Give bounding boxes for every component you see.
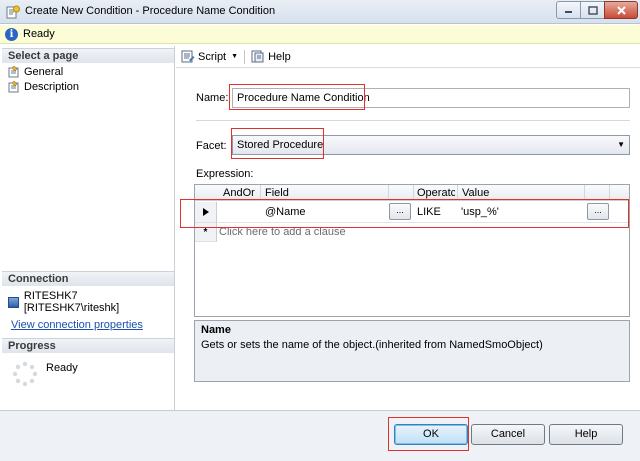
column-header-operator[interactable]: Operatc [417,187,455,199]
server-icon [8,296,19,308]
left-pane: Select a page General Description Connec… [0,46,175,410]
value-cell[interactable]: 'usp_%' [461,206,499,218]
progress-text: Ready [46,362,78,374]
info-icon: i [5,28,18,41]
column-header-field[interactable]: Field [265,187,289,199]
column-divider [457,185,458,201]
row-selector[interactable] [195,202,217,223]
title-bar: Create New Condition - Procedure Name Co… [0,0,640,24]
close-icon [616,5,626,15]
name-label: Name: [196,92,229,104]
page-item-description[interactable]: Description [8,79,79,94]
progress-spinner-icon [12,361,38,387]
ok-button[interactable]: OK [394,424,468,445]
minimize-icon [565,11,572,13]
facet-dropdown[interactable]: Stored Procedure ▼ [232,135,630,155]
maximize-icon [587,5,598,15]
operator-cell[interactable]: LIKE [417,206,441,218]
column-divider [609,185,610,201]
page-item-label: General [24,65,64,78]
dialog-footer: OK Cancel Help [0,410,640,461]
select-page-header: Select a page [2,48,174,63]
connection-text: RITESHK7 [RITESHK7\riteshk] [23,290,120,314]
column-header-andor[interactable]: AndOr [223,187,255,199]
column-divider [413,185,414,201]
script-label: Script [198,50,227,63]
row-pointer-icon [202,208,209,216]
cancel-button[interactable]: Cancel [471,424,545,445]
toolbar-divider [244,49,246,64]
window-title: Create New Condition - Procedure Name Co… [25,5,276,17]
view-connection-properties-link[interactable]: View connection properties [11,319,143,331]
field-ellipsis-button[interactable]: ... [389,203,411,220]
property-page-icon [8,65,19,77]
description-text: Gets or sets the name of the object.(inh… [201,339,543,351]
status-strip: i Ready [0,25,640,44]
toolbar: Script ▼ Help [176,46,640,68]
facet-value: Stored Procedure [237,139,324,151]
column-header-value[interactable]: Value [462,187,489,199]
property-page-icon [8,80,19,92]
column-divider [388,185,389,201]
grid-header: AndOr Field Operatc Value [195,185,629,201]
column-divider [260,185,261,201]
page-item-label: Description [24,80,80,93]
right-pane: Script ▼ Help Name: Procedure Name Condi… [176,46,640,410]
help-button[interactable]: Help [549,424,623,445]
add-clause-row[interactable]: Click here to add a clause [217,223,629,242]
expression-grid: AndOr Field Operatc Value @Name ... LIKE… [194,184,630,317]
description-title: Name [201,324,231,336]
status-text: Ready [23,28,55,40]
expression-label: Expression: [196,168,254,180]
value-ellipsis-button[interactable]: ... [587,203,609,220]
table-row[interactable]: @Name ... LIKE 'usp_%' ... [217,202,629,223]
help-icon [251,50,264,63]
maximize-button[interactable] [580,1,605,19]
column-divider [584,185,585,201]
help-label: Help [268,50,291,63]
name-field[interactable]: Procedure Name Condition [232,88,630,108]
help-toolbar-button[interactable]: Help [248,48,294,66]
divider [196,120,630,121]
facet-label: Facet: [196,140,227,152]
dropdown-arrow-icon: ▼ [617,140,625,149]
chevron-down-icon[interactable]: ▼ [231,53,238,60]
new-row-marker: * [195,223,217,242]
close-button[interactable] [604,1,638,19]
condition-icon [6,5,20,19]
connection-header: Connection [2,271,174,286]
description-panel: Name Gets or sets the name of the object… [194,320,630,382]
page-item-general[interactable]: General [8,64,63,79]
field-cell[interactable]: @Name [265,206,306,218]
connection-info: RITESHK7 [RITESHK7\riteshk] [8,290,174,314]
progress-header: Progress [2,338,174,353]
minimize-button[interactable] [556,1,581,19]
script-icon [181,50,195,63]
script-button[interactable]: Script ▼ [178,48,241,66]
